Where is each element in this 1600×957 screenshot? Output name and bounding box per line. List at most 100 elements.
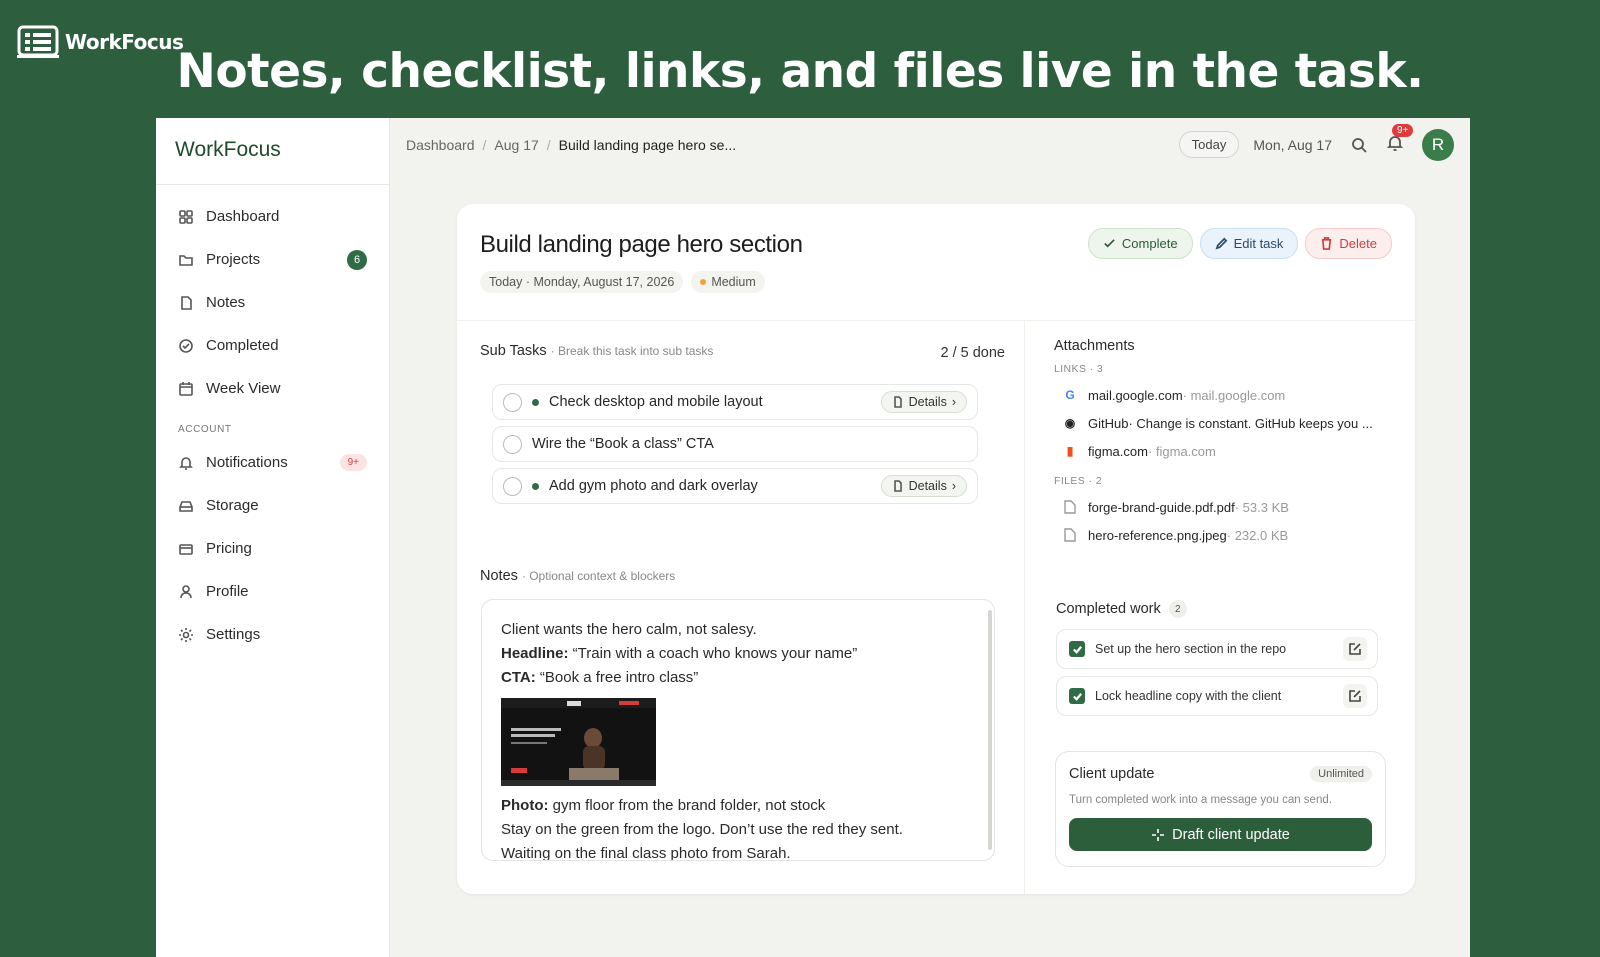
sidebar-title[interactable]: WorkFocus — [156, 118, 389, 185]
account-section-label: ACCOUNT — [178, 424, 232, 435]
breadcrumb-separator: / — [482, 136, 487, 153]
file-icon — [1064, 528, 1076, 542]
task-actions: Complete Edit task Delete — [1087, 228, 1392, 259]
sidebar-item-pricing[interactable]: Pricing — [156, 527, 389, 570]
link-desc: · Change is constant. GitHub keeps you .… — [1128, 415, 1373, 431]
details-button[interactable]: Details › — [880, 391, 967, 413]
completed-work-label: Lock headline copy with the client — [1095, 689, 1282, 703]
notes-editor[interactable]: Client wants the hero calm, not salesy. … — [481, 599, 995, 861]
notes-title: Notes — [480, 568, 518, 584]
sidebar-item-notifications[interactable]: Notifications 9+ — [156, 441, 389, 484]
notes-label: Photo: — [501, 797, 549, 814]
subtask-label[interactable]: Check desktop and mobile layout — [549, 394, 881, 410]
subtask-label[interactable]: Add gym photo and dark overlay — [549, 478, 881, 494]
task-title: Build landing page hero section — [480, 231, 803, 258]
link-desc: · mail.google.com — [1182, 387, 1286, 403]
hero-reference-image[interactable] — [501, 698, 656, 786]
notes-line: Stay on the green from the logo. Don’t u… — [501, 821, 903, 838]
sidebar-nav: Dashboard Projects 6 Notes Completed Wee… — [156, 185, 389, 656]
sidebar-item-label: Projects — [206, 251, 261, 268]
subtasks-header: Sub Tasks · Break this task into sub task… — [480, 343, 713, 359]
unlimited-badge: Unlimited — [1310, 766, 1372, 782]
link-row[interactable]: G mail.google.com · mail.google.com — [1054, 381, 1394, 409]
subtask-row: Check desktop and mobile layout Details … — [492, 384, 978, 420]
draft-button-label: Draft client update — [1172, 826, 1290, 843]
sidebar-item-label: Week View — [206, 380, 281, 397]
complete-button[interactable]: Complete — [1087, 228, 1193, 259]
client-update-subtitle: Turn completed work into a message you c… — [1069, 794, 1332, 806]
completed-work-label: Set up the hero section in the repo — [1095, 642, 1287, 656]
notes-scrollbar[interactable] — [988, 610, 992, 850]
divider — [1024, 320, 1025, 894]
edit-task-button[interactable]: Edit task — [1199, 228, 1299, 259]
subtask-checkbox[interactable] — [503, 476, 522, 496]
completed-work-row: Set up the hero section in the repo — [1056, 629, 1378, 669]
current-date: Mon, Aug 17 — [1253, 136, 1332, 153]
figma-icon: ▮ — [1066, 444, 1074, 458]
edit-note-icon — [1349, 643, 1361, 655]
sidebar-item-notes[interactable]: Notes — [156, 281, 389, 324]
details-button[interactable]: Details › — [880, 475, 967, 497]
completed-work-count: 2 — [1168, 600, 1187, 618]
has-details-dot — [532, 398, 539, 406]
subtask-label[interactable]: Wire the “Book a class” CTA — [532, 436, 967, 452]
link-row[interactable]: ▮ figma.com · figma.com — [1054, 437, 1394, 465]
topbar: Dashboard / Aug 17 / Build landing page … — [390, 118, 1470, 171]
trash-icon — [1322, 237, 1332, 250]
banner-headline: Notes, checklist, links, and files live … — [176, 44, 1424, 99]
subtask-checkbox[interactable] — [503, 392, 522, 412]
task-meta: Today · Monday, August 17, 2026 Medium — [480, 271, 765, 293]
completed-checkbox[interactable] — [1069, 641, 1085, 657]
link-desc: · figma.com — [1147, 443, 1216, 459]
file-row[interactable]: hero-reference.png.jpeg · 232.0 KB — [1054, 521, 1394, 549]
search-icon[interactable] — [1350, 136, 1368, 154]
edit-note-button[interactable] — [1343, 637, 1367, 661]
sidebar-item-week-view[interactable]: Week View — [156, 367, 389, 410]
breadcrumb-separator: / — [546, 136, 551, 153]
subtask-row: Wire the “Book a class” CTA — [492, 426, 978, 462]
user-icon — [180, 584, 192, 598]
file-icon — [1064, 500, 1076, 514]
notes-text: “Book a free intro class” — [535, 669, 699, 686]
notes-text: “Train with a coach who knows your name” — [568, 645, 858, 662]
priority-chip: Medium — [691, 271, 765, 293]
edit-note-button[interactable] — [1343, 684, 1367, 708]
chevron-right-icon: › — [951, 479, 956, 493]
subtask-checkbox[interactable] — [503, 434, 522, 454]
storage-icon — [179, 500, 193, 512]
due-date-chip: Today · Monday, August 17, 2026 — [480, 271, 684, 293]
sidebar-item-completed[interactable]: Completed — [156, 324, 389, 367]
notes-text: gym floor from the brand folder, not sto… — [548, 797, 826, 814]
notifications-count-badge: 9+ — [339, 454, 367, 471]
calendar-icon — [179, 381, 193, 396]
notes-header: Notes · Optional context & blockers — [480, 568, 675, 584]
projects-count-badge: 6 — [347, 249, 367, 270]
file-name: hero-reference.png.jpeg — [1088, 527, 1227, 543]
draft-client-update-button[interactable]: Draft client update — [1069, 818, 1372, 851]
delete-button[interactable]: Delete — [1305, 228, 1392, 259]
folder-icon — [179, 254, 193, 266]
breadcrumb-date[interactable]: Aug 17 — [494, 137, 538, 153]
check-icon — [1072, 692, 1082, 701]
sidebar-item-dashboard[interactable]: Dashboard — [156, 195, 389, 238]
breadcrumb-dashboard[interactable]: Dashboard — [406, 137, 475, 153]
today-button[interactable]: Today — [1178, 131, 1240, 158]
avatar[interactable]: R — [1422, 128, 1454, 161]
sidebar-item-profile[interactable]: Profile — [156, 570, 389, 613]
pencil-icon — [1215, 237, 1227, 250]
completed-work-title: Completed work — [1056, 601, 1161, 617]
sidebar-item-storage[interactable]: Storage — [156, 484, 389, 527]
client-update-title: Client update — [1069, 766, 1155, 782]
sidebar-item-projects[interactable]: Projects 6 — [156, 238, 389, 281]
file-name: forge-brand-guide.pdf.pdf — [1088, 499, 1235, 515]
sidebar-item-settings[interactable]: Settings — [156, 613, 389, 656]
link-row[interactable]: ◉ GitHub · Change is constant. GitHub ke… — [1054, 409, 1394, 437]
edit-note-icon — [1349, 690, 1361, 702]
completed-checkbox[interactable] — [1069, 688, 1085, 704]
file-size: · 232.0 KB — [1226, 527, 1289, 543]
subtasks-subtitle: · Break this task into sub tasks — [550, 344, 714, 358]
sidebar: WorkFocus Dashboard Projects 6 Notes Com… — [156, 118, 390, 957]
check-icon — [1104, 239, 1115, 248]
notifications-button[interactable]: 9+ — [1386, 124, 1414, 155]
file-row[interactable]: forge-brand-guide.pdf.pdf · 53.3 KB — [1054, 493, 1394, 521]
